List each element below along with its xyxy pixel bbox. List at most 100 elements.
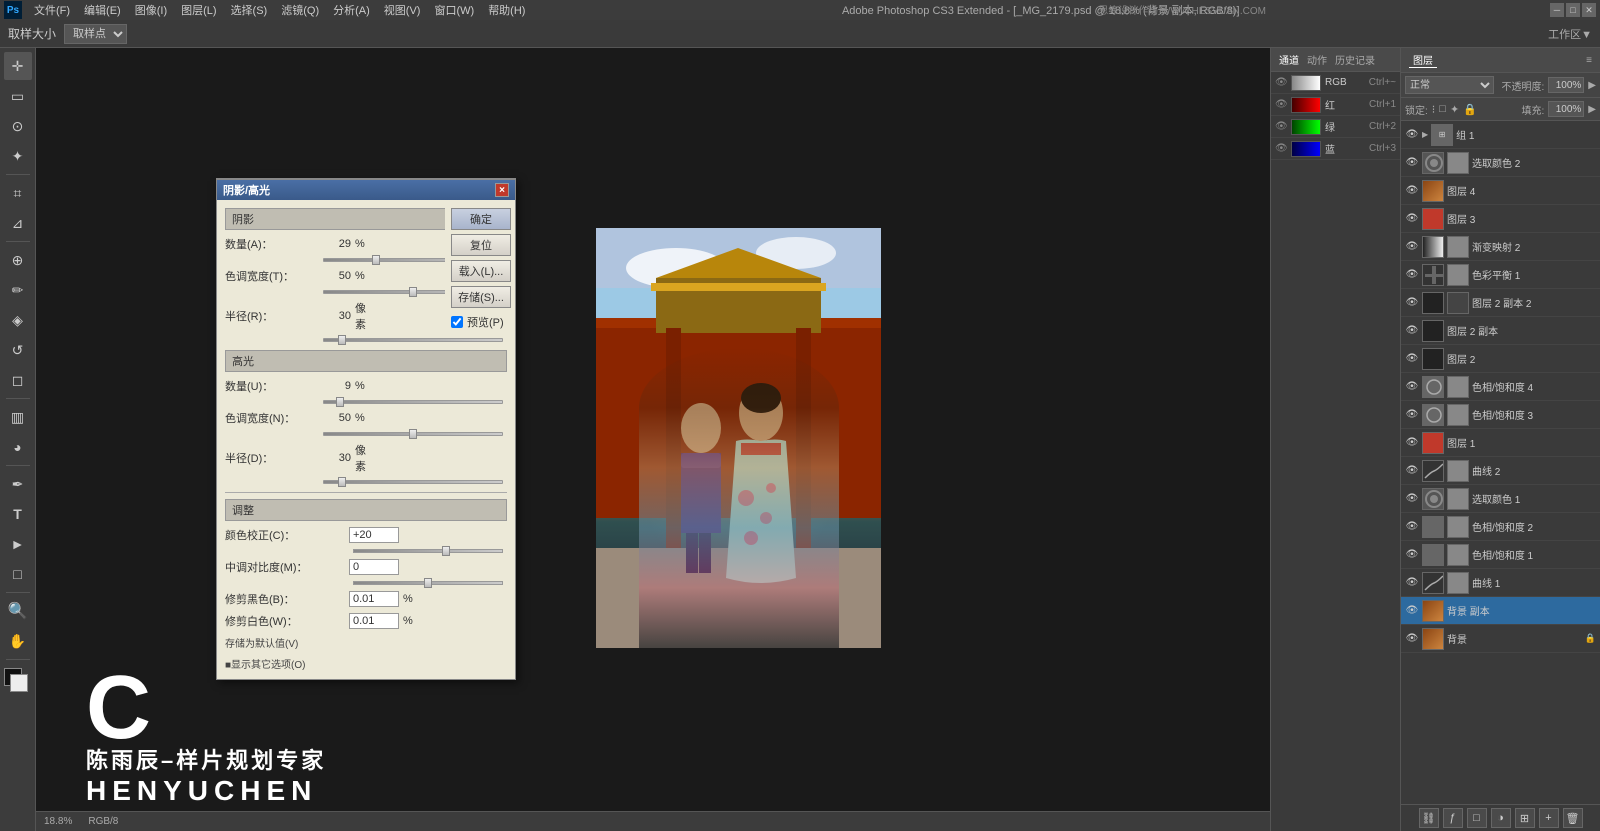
tool-hand[interactable]: ✋ (4, 627, 32, 655)
menu-edit[interactable]: 编辑(E) (78, 0, 127, 20)
layer-vis-c2[interactable]: 👁 (1405, 464, 1419, 478)
layer-vis-l2c[interactable]: 👁 (1405, 324, 1419, 338)
layer-selective-color-1[interactable]: 👁 选取颜色 1 (1401, 485, 1600, 513)
layer-arrow-group1[interactable]: ▶ (1422, 130, 1428, 139)
layer-vis-group1[interactable]: 👁 (1405, 128, 1419, 142)
lock-all-icon[interactable]: 🔒 (1463, 103, 1477, 116)
fill-input[interactable] (1548, 101, 1584, 117)
layer-4[interactable]: 👁 图层 4 (1401, 177, 1600, 205)
midtone-input[interactable] (349, 559, 399, 575)
layer-vis-bgc[interactable]: 👁 (1405, 604, 1419, 618)
reset-button[interactable]: 复位 (451, 234, 511, 256)
layer-background[interactable]: 👁 背景 🔒 (1401, 625, 1600, 653)
tool-magic-wand[interactable]: ✦ (4, 142, 32, 170)
add-mask-button[interactable]: □ (1467, 808, 1487, 828)
add-layer-button[interactable]: + (1539, 808, 1559, 828)
color-correct-input[interactable] (349, 527, 399, 543)
layers-tab[interactable]: 图层 (1409, 52, 1437, 68)
tool-eyedropper[interactable]: ⊿ (4, 209, 32, 237)
tool-brush[interactable]: ✏ (4, 276, 32, 304)
save-default-link[interactable]: 存储为默认值(V) (225, 639, 298, 650)
midtone-slider[interactable] (353, 581, 503, 585)
layer-1[interactable]: 👁 图层 1 (1401, 429, 1600, 457)
menu-filter[interactable]: 滤镜(Q) (275, 0, 325, 20)
layer-vis-sc2[interactable]: 👁 (1405, 156, 1419, 170)
menu-help[interactable]: 帮助(H) (482, 0, 531, 20)
layers-panel-menu[interactable]: ≡ (1586, 55, 1592, 66)
layer-hue-sat-1[interactable]: 👁 色相/饱和度 1 (1401, 541, 1600, 569)
channel-rgb[interactable]: 👁 RGB Ctrl+~ (1271, 72, 1400, 94)
tool-lasso[interactable]: ⊙ (4, 112, 32, 140)
layer-bg-copy[interactable]: 👁 背景 副本 (1401, 597, 1600, 625)
ok-button[interactable]: 确定 (451, 208, 511, 230)
layer-vis-hs1[interactable]: 👁 (1405, 548, 1419, 562)
layer-vis-bg[interactable]: 👁 (1405, 632, 1419, 646)
link-layers-button[interactable]: ⛓ (1419, 808, 1439, 828)
dialog-close-button[interactable]: × (495, 183, 509, 197)
layer-2-copy[interactable]: 👁 图层 2 副本 (1401, 317, 1600, 345)
fg-bg-colors[interactable] (4, 668, 32, 692)
lock-pos-icon[interactable]: ✦ (1450, 103, 1459, 116)
tool-pen[interactable]: ✒ (4, 470, 32, 498)
tool-gradient[interactable]: ▥ (4, 403, 32, 431)
menu-layer[interactable]: 图层(L) (175, 0, 222, 20)
hi-tone-slider[interactable] (323, 432, 503, 436)
actions-tab[interactable]: 动作 (1305, 52, 1329, 67)
lock-image-icon[interactable]: □ (1439, 103, 1446, 115)
channel-vis-red[interactable]: 👁 (1275, 99, 1287, 110)
layer-group1[interactable]: 👁 ▶ ⊞ 组 1 (1401, 121, 1600, 149)
show-more-link[interactable]: ■显示其它选项(O) (225, 660, 305, 671)
shadow-radius-slider[interactable] (323, 338, 503, 342)
tool-marquee[interactable]: ▭ (4, 82, 32, 110)
layer-vis-cb1[interactable]: 👁 (1405, 268, 1419, 282)
add-adjustment-button[interactable]: ◑ (1491, 808, 1511, 828)
layer-vis-l3[interactable]: 👁 (1405, 212, 1419, 226)
layer-hue-sat-3[interactable]: 👁 色相/饱和度 3 (1401, 401, 1600, 429)
layer-vis-sc1[interactable]: 👁 (1405, 492, 1419, 506)
tool-spot-heal[interactable]: ⊕ (4, 246, 32, 274)
layer-2-copy-2[interactable]: 👁 图层 2 副本 2 (1401, 289, 1600, 317)
tool-path-select[interactable]: ► (4, 530, 32, 558)
opacity-input[interactable] (1548, 77, 1584, 93)
layer-vis-hs3[interactable]: 👁 (1405, 408, 1419, 422)
tool-move[interactable]: ✛ (4, 52, 32, 80)
add-style-button[interactable]: ƒ (1443, 808, 1463, 828)
layer-gradient-map-2[interactable]: 👁 渐变映射 2 (1401, 233, 1600, 261)
layer-vis-l1[interactable]: 👁 (1405, 436, 1419, 450)
load-button[interactable]: 载入(L)... (451, 260, 511, 282)
layer-3[interactable]: 👁 图层 3 (1401, 205, 1600, 233)
save-button[interactable]: 存储(S)... (451, 286, 511, 308)
history-tab[interactable]: 历史记录 (1333, 52, 1377, 67)
channel-vis-rgb[interactable]: 👁 (1275, 77, 1287, 88)
tool-crop[interactable]: ⌗ (4, 179, 32, 207)
lock-trans-icon[interactable]: ⁝ (1432, 103, 1436, 116)
close-button[interactable]: ✕ (1582, 3, 1596, 17)
preview-checkbox[interactable] (451, 316, 463, 328)
layer-vis-hs4[interactable]: 👁 (1405, 380, 1419, 394)
clip-black-input[interactable] (349, 591, 399, 607)
tool-zoom[interactable]: 🔍 (4, 597, 32, 625)
channels-tab[interactable]: 通道 (1277, 52, 1301, 67)
menu-image[interactable]: 图像(I) (129, 0, 173, 20)
layer-vis-l2[interactable]: 👁 (1405, 352, 1419, 366)
layer-vis-l2c2[interactable]: 👁 (1405, 296, 1419, 310)
tool-type[interactable]: T (4, 500, 32, 528)
layer-vis-gm2[interactable]: 👁 (1405, 240, 1419, 254)
clip-white-input[interactable] (349, 613, 399, 629)
color-correct-slider[interactable] (353, 549, 503, 553)
layer-curves-1[interactable]: 👁 曲线 1 (1401, 569, 1600, 597)
channel-blue[interactable]: 👁 蓝 Ctrl+3 (1271, 138, 1400, 160)
add-group-button[interactable]: ⊞ (1515, 808, 1535, 828)
tool-shape[interactable]: □ (4, 560, 32, 588)
channel-green[interactable]: 👁 绿 Ctrl+2 (1271, 116, 1400, 138)
channel-red[interactable]: 👁 红 Ctrl+1 (1271, 94, 1400, 116)
layer-vis-l4[interactable]: 👁 (1405, 184, 1419, 198)
menu-view[interactable]: 视图(V) (378, 0, 427, 20)
tool-burn[interactable]: ◕ (4, 433, 32, 461)
menu-file[interactable]: 文件(F) (28, 0, 76, 20)
minimize-button[interactable]: ─ (1550, 3, 1564, 17)
layer-2[interactable]: 👁 图层 2 (1401, 345, 1600, 373)
hi-amount-slider[interactable] (323, 400, 503, 404)
restore-button[interactable]: □ (1566, 3, 1580, 17)
tool-eraser[interactable]: ◻ (4, 366, 32, 394)
